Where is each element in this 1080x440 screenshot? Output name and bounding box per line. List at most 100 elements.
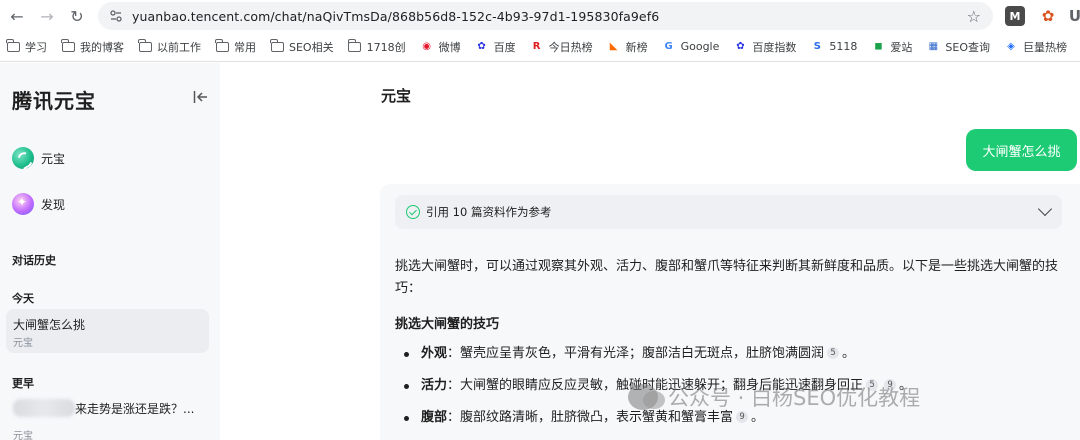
baidu-paw-icon: ✿ (736, 41, 745, 52)
list-item: 外观：蟹壳应呈青灰色，平滑有光泽；腹部洁白无斑点，肚脐饱满圆润 5。 (395, 344, 1075, 376)
weibo-icon: ◉ (422, 41, 431, 52)
bookmark-label: 新榜 (625, 40, 648, 54)
brand-title: 腾讯元宝 (12, 89, 96, 113)
extension-u-icon[interactable]: U (1068, 6, 1080, 26)
folder-icon (270, 38, 284, 53)
check-circle-icon (406, 205, 420, 219)
folder-icon (215, 38, 229, 53)
answer-section-heading: 挑选大闸蟹的技巧 (395, 317, 500, 332)
earlier-label: 更早 (12, 377, 34, 390)
bookmark-label: SEO相关 (289, 40, 334, 54)
reload-button[interactable]: ↻ (62, 1, 92, 31)
arrow-right-icon: → (40, 6, 54, 26)
forward-button[interactable]: → (32, 1, 62, 31)
bookmark-label: 常用 (234, 40, 256, 54)
tip-text: ：腹部纹路清晰，肚脐微凸，表示蟹黄和蟹膏丰富 (447, 410, 734, 425)
bookmark-item[interactable]: S 5118 (810, 40, 858, 53)
bookmark-item[interactable]: ◼ 爱站 (871, 39, 912, 55)
citation-badge[interactable]: 9 (884, 379, 897, 391)
references-label: 引用 10 篇资料作为参考 (426, 205, 552, 219)
bookmark-item[interactable]: SEO相关 (270, 38, 334, 55)
xinbang-icon: ◣ (609, 41, 618, 52)
bookmark-item[interactable]: ✿ 百度指数 (733, 39, 796, 55)
conversation-item-active[interactable]: 大闸蟹怎么挑 元宝 (6, 309, 209, 353)
site-settings-icon[interactable] (104, 9, 128, 23)
bookmark-label: 学习 (25, 40, 47, 54)
bookmark-item[interactable]: G Google (662, 40, 719, 53)
bookmark-item[interactable]: 学习 (6, 38, 47, 55)
url-text[interactable]: yuanbao.tencent.com/chat/naQivTmsDa/868b… (132, 9, 659, 24)
extension-m-icon[interactable]: M (1005, 6, 1025, 26)
bookmark-label: 1718创 (366, 40, 406, 54)
bookmark-label: 微博 (438, 40, 461, 54)
bookmark-label: 巨量热榜 (1022, 40, 1067, 54)
aizhan-icon: ◼ (874, 41, 883, 52)
bookmark-item[interactable]: R 今日热榜 (530, 39, 593, 55)
tip-key: 腹部 (421, 410, 448, 425)
list-item: 活力：大闸蟹的眼睛应反应灵敏，触碰时能迅速躲开；翻身后能迅速翻身回正 5 9。 (395, 376, 1075, 408)
address-bar[interactable]: yuanbao.tencent.com/chat/naQivTmsDa/868b… (98, 2, 993, 30)
folder-icon (61, 38, 75, 53)
list-item: 腹部：腹部纹路清晰，肚脐微凸，表示蟹黄和蟹膏丰富 9。 (395, 408, 1075, 440)
bookmark-label: 以前工作 (157, 40, 201, 54)
bookmark-label: 今日热榜 (548, 40, 593, 54)
r-logo-icon: R (532, 41, 541, 52)
collapse-sidebar-icon (193, 91, 207, 103)
chevron-down-icon[interactable] (1037, 201, 1053, 217)
tip-tail: 。 (751, 410, 765, 425)
bookmark-item[interactable]: 我的博客 (61, 38, 124, 55)
s-logo-icon: S (813, 41, 821, 52)
reload-icon: ↻ (70, 6, 84, 26)
sidebar-item-label: 发现 (41, 197, 66, 212)
discover-sparkle-icon (12, 193, 34, 215)
bookmark-label: 百度指数 (752, 40, 797, 54)
conversation-subtitle: 元宝 (13, 338, 33, 349)
answer-intro: 挑选大闸蟹时，可以通过观察其外观、活力、腹部和蟹爪等特征来判断其新鲜度和品质。以… (395, 259, 1059, 296)
conversation-item[interactable]: 来走势是涨还是跌？... 元宝 (13, 399, 213, 440)
chat-main: 元宝 大闸蟹怎么挑 引用 10 篇资料作为参考 挑选大闸蟹时，可以通过观察其外观… (220, 63, 1080, 440)
bookmark-star-icon[interactable]: ☆ (967, 7, 981, 26)
folder-icon (138, 38, 152, 53)
bookmark-label: 爱站 (890, 40, 913, 54)
arrow-left-icon: ← (10, 6, 24, 26)
page-title: 元宝 (381, 87, 412, 105)
back-button[interactable]: ← (2, 1, 32, 31)
extension-flower-icon[interactable]: ✿ (1038, 6, 1058, 26)
tips-list: 外观：蟹壳应呈青灰色，平滑有光泽；腹部洁白无斑点，肚脐饱满圆润 5。 活力：大闸蟹… (395, 344, 1075, 440)
folder-icon (6, 38, 20, 53)
juliang-icon: ◈ (1007, 41, 1015, 52)
tip-key: 外观 (421, 346, 448, 361)
conversation-title: 来走势是涨还是跌？... (75, 401, 195, 416)
conversation-subtitle: 元宝 (13, 431, 33, 440)
bookmark-item[interactable]: ◈ 巨量热榜 (1004, 39, 1067, 55)
citation-badge[interactable]: 5 (866, 379, 879, 391)
bookmark-item[interactable]: ✿ 百度 (475, 39, 515, 55)
bookmark-item[interactable]: 常用 (215, 38, 256, 55)
browser-toolbar: ← → ↻ yuanbao.tencent.com/chat/naQivTmsD… (0, 0, 1080, 32)
sidebar-item-label: 元宝 (41, 151, 66, 166)
tip-tail: 。 (842, 346, 856, 361)
bookmark-label: SEO查询 (945, 40, 990, 54)
bookmark-item[interactable]: ◣ 新榜 (607, 39, 648, 55)
bookmark-item[interactable]: ◉ 微博 (420, 39, 461, 55)
citation-badge[interactable]: 5 (827, 347, 840, 359)
tip-key: 活力 (421, 378, 448, 393)
tip-text: ：大闸蟹的眼睛应反应灵敏，触碰时能迅速躲开；翻身后能迅速翻身回正 (447, 378, 864, 393)
google-icon: G (664, 41, 673, 52)
yuanbao-logo-icon (12, 147, 34, 169)
references-toggle[interactable]: 引用 10 篇资料作为参考 (395, 195, 1062, 229)
conversation-title: 大闸蟹怎么挑 (13, 318, 86, 332)
citation-badge[interactable]: 9 (736, 411, 749, 423)
user-message-bubble: 大闸蟹怎么挑 (966, 129, 1077, 171)
today-label: 今天 (12, 292, 34, 305)
sidebar: 腾讯元宝 元宝 发现 对话历史 今天 大闸蟹怎么挑 元宝 更早 来走势是涨还是跌… (0, 63, 220, 440)
collapse-sidebar-button[interactable] (190, 87, 210, 107)
sidebar-item-discover[interactable]: 发现 (12, 193, 65, 215)
seo-tool-icon: ▦ (928, 41, 939, 52)
bookmark-item[interactable]: ▦ SEO查询 (926, 39, 990, 55)
bookmark-item[interactable]: 以前工作 (138, 38, 201, 55)
history-heading: 对话历史 (12, 254, 56, 267)
redacted-text-blur (13, 399, 75, 417)
sidebar-item-yuanbao[interactable]: 元宝 (12, 147, 65, 169)
bookmark-item[interactable]: 1718创 (347, 38, 406, 55)
